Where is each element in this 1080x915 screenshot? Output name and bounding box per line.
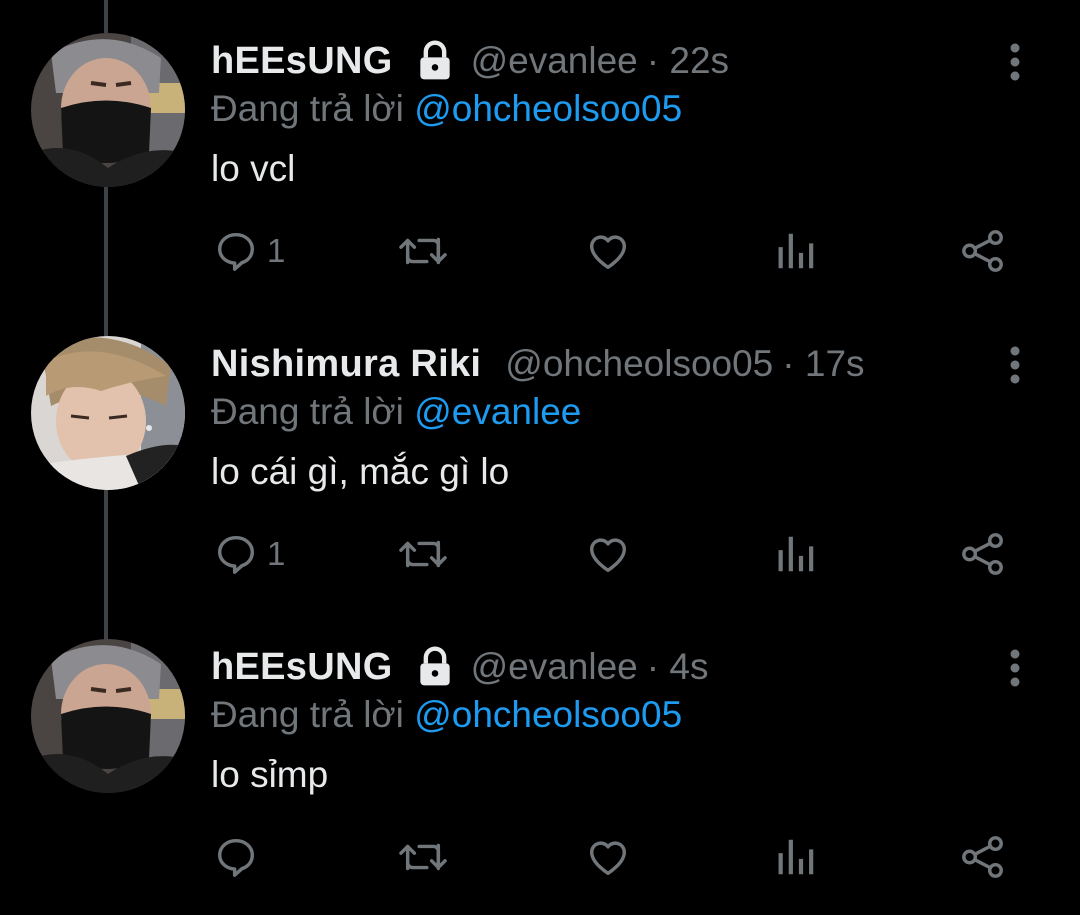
reply-icon <box>217 535 255 574</box>
reply-mention-link[interactable]: @ohcheolsoo05 <box>414 694 682 735</box>
user-handle[interactable]: @ohcheolsoo05 <box>505 343 773 385</box>
share-button[interactable] <box>960 228 1006 274</box>
share-icon <box>962 836 1003 878</box>
reply-button[interactable]: 1 <box>213 531 285 577</box>
share-button[interactable] <box>960 531 1006 577</box>
like-icon <box>589 235 627 270</box>
user-handle[interactable]: @evanlee <box>471 40 638 82</box>
timestamp[interactable]: · 4s <box>647 646 709 688</box>
reply-button[interactable]: 1 <box>213 228 285 274</box>
analytics-icon <box>778 839 814 875</box>
reply-context: Đang trả lời @ohcheolsoo05 <box>211 88 1020 140</box>
more-options-icon[interactable] <box>1000 40 1030 84</box>
analytics-button[interactable] <box>776 531 816 577</box>
reply-count: 1 <box>267 535 286 572</box>
tweet[interactable]: hEEsUNG @evanlee · 22s Đang trả lời @ohc… <box>0 0 1080 303</box>
tweet-text: lo vcl <box>211 148 296 189</box>
action-bar: 1 <box>0 531 1080 591</box>
analytics-button[interactable] <box>776 228 816 274</box>
timestamp[interactable]: · 17s <box>782 343 864 385</box>
tweet-header: hEEsUNG @evanlee · 22s <box>211 32 1020 90</box>
tweet-text: lo cái gì, mắc gì lo <box>211 451 510 492</box>
share-icon <box>962 230 1003 272</box>
like-icon <box>589 841 627 876</box>
reply-icon <box>217 838 255 877</box>
reply-icon <box>217 232 255 271</box>
like-button[interactable] <box>585 531 631 577</box>
tweet-header: hEEsUNG @evanlee · 4s <box>211 638 1020 696</box>
action-bar <box>0 834 1080 894</box>
tweet[interactable]: Nishimura Riki @ohcheolsoo05 · 17s Đang … <box>0 303 1080 606</box>
reply-prefix: Đang trả lời <box>211 88 404 129</box>
reply-count: 1 <box>267 232 286 269</box>
more-options-icon[interactable] <box>1000 646 1030 690</box>
user-handle[interactable]: @evanlee <box>471 646 638 688</box>
analytics-icon <box>778 536 814 572</box>
reply-prefix: Đang trả lời <box>211 391 404 432</box>
tweet[interactable]: hEEsUNG @evanlee · 4s Đang trả lời @ohch… <box>0 606 1080 909</box>
tweet-header: Nishimura Riki @ohcheolsoo05 · 17s <box>211 335 1020 393</box>
display-name[interactable]: hEEsUNG <box>211 40 393 83</box>
reply-mention-link[interactable]: @ohcheolsoo05 <box>414 88 682 129</box>
retweet-icon <box>399 237 447 265</box>
reply-context: Đang trả lời @evanlee <box>211 391 1020 443</box>
share-button[interactable] <box>960 834 1006 880</box>
retweet-icon <box>399 540 447 568</box>
share-icon <box>962 533 1003 575</box>
retweet-button[interactable] <box>398 531 448 577</box>
tweet-text: lo sỉmp <box>211 754 329 795</box>
timestamp[interactable]: · 22s <box>647 40 729 82</box>
retweet-button[interactable] <box>398 834 448 880</box>
more-options-icon[interactable] <box>1000 343 1030 387</box>
lock-icon <box>413 645 457 689</box>
like-button[interactable] <box>585 834 631 880</box>
analytics-button[interactable] <box>776 834 816 880</box>
reply-prefix: Đang trả lời <box>211 694 404 735</box>
retweet-button[interactable] <box>398 228 448 274</box>
like-icon <box>589 538 627 573</box>
avatar[interactable] <box>31 33 185 187</box>
reply-button[interactable] <box>213 834 267 880</box>
avatar[interactable] <box>31 336 185 490</box>
lock-icon <box>413 39 457 83</box>
action-bar: 1 <box>0 228 1080 288</box>
display-name[interactable]: hEEsUNG <box>211 646 393 689</box>
reply-mention-link[interactable]: @evanlee <box>414 391 581 432</box>
reply-context: Đang trả lời @ohcheolsoo05 <box>211 694 1020 746</box>
display-name[interactable]: Nishimura Riki <box>211 343 481 386</box>
analytics-icon <box>778 233 814 269</box>
avatar[interactable] <box>31 639 185 793</box>
like-button[interactable] <box>585 228 631 274</box>
retweet-icon <box>399 843 447 871</box>
